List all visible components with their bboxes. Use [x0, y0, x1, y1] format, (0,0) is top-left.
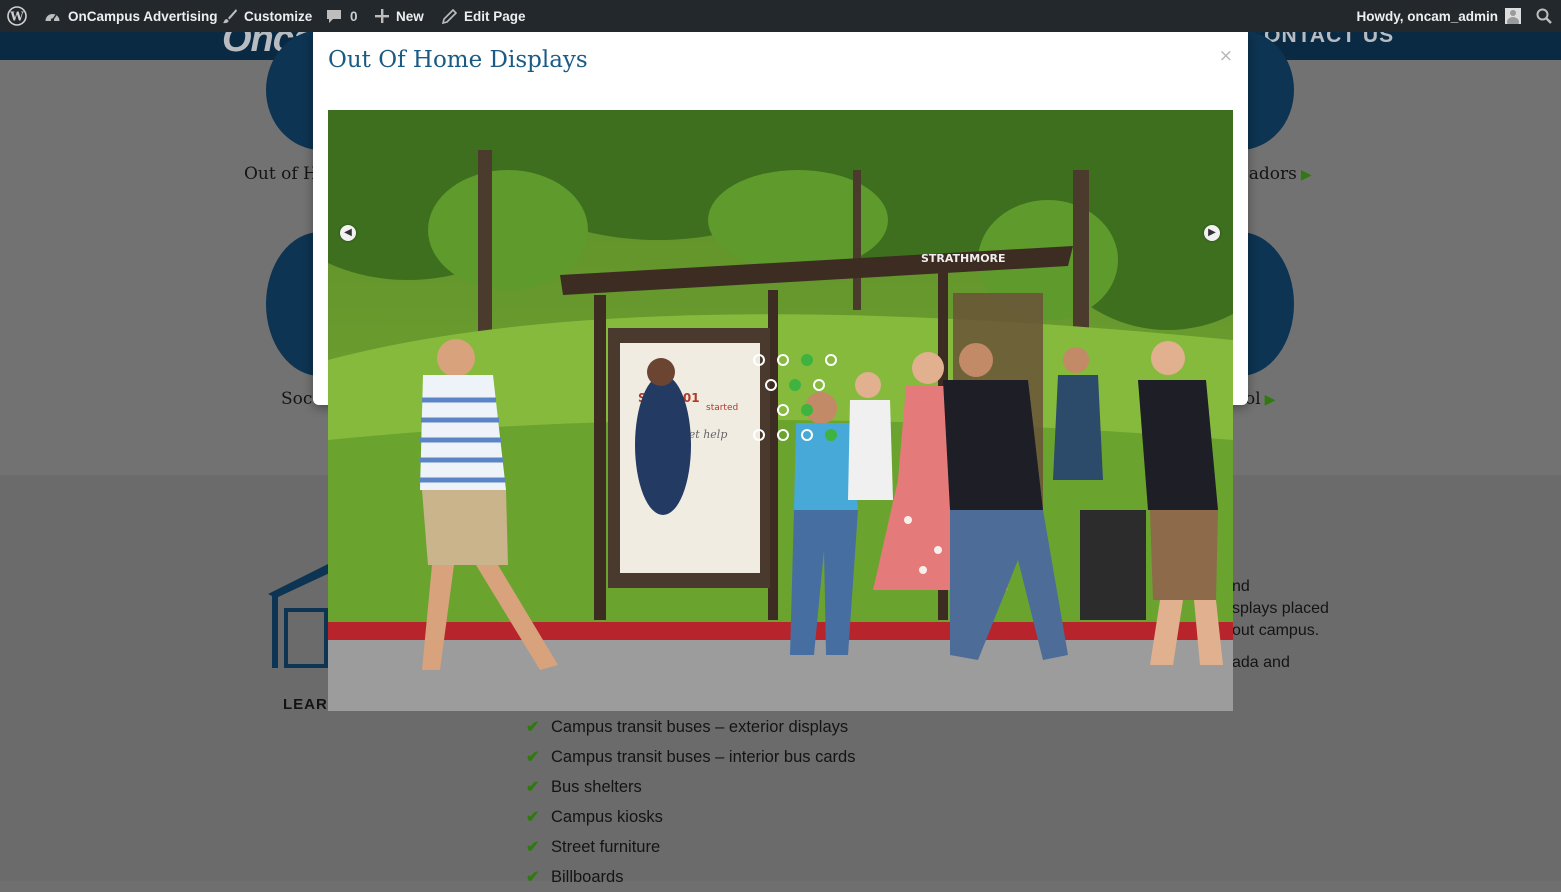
feature-label: Billboards — [551, 867, 624, 886]
service-link-school[interactable]: ol ▶ — [1245, 389, 1275, 409]
new-content-menu[interactable]: New — [375, 0, 424, 32]
close-icon[interactable]: × — [1219, 46, 1233, 66]
customize-link[interactable]: Customize — [222, 0, 312, 32]
check-icon: ✔ — [526, 719, 540, 736]
list-item: ✔ Campus transit buses – interior bus car… — [526, 742, 855, 772]
features-list: ✔ Campus transit buses – exterior display… — [526, 712, 855, 892]
shelter-sign: STRATHMORE — [921, 252, 1006, 265]
wordpress-logo-icon[interactable]: W — [7, 0, 27, 32]
pencil-icon — [442, 8, 457, 24]
modal-title: Out Of Home Displays — [328, 47, 588, 73]
feature-label: Street furniture — [551, 837, 661, 856]
wp-admin-bar: W OnCampus Advertising Customize 0 New E… — [0, 0, 1561, 32]
poster-text: started — [706, 403, 738, 413]
service-label: sadors — [1240, 164, 1297, 184]
check-icon: ✔ — [526, 869, 540, 886]
description-line: splays placed — [1232, 600, 1329, 617]
slider-next-button[interactable]: ▶ — [1204, 225, 1220, 241]
feature-label: Campus kiosks — [551, 807, 663, 826]
dashboard-icon — [45, 14, 60, 22]
chevron-right-icon: ▶ — [1208, 227, 1216, 238]
description-line: out campus. — [1232, 622, 1320, 639]
comments-count: 0 — [350, 8, 358, 24]
list-item: ✔ Campus kiosks — [526, 802, 855, 832]
chevron-left-icon: ◀ — [344, 227, 352, 238]
feature-label: Bus shelters — [551, 777, 642, 796]
site-name-label: OnCampus Advertising — [68, 8, 218, 24]
edit-page-link[interactable]: Edit Page — [442, 0, 526, 32]
feature-label: Campus transit buses – exterior displays — [551, 717, 849, 736]
edit-page-label: Edit Page — [464, 8, 526, 24]
comments-link[interactable]: 0 — [326, 0, 358, 32]
service-link-ambassadors[interactable]: sadors ▶ — [1240, 164, 1312, 184]
list-item: ✔ Bus shelters — [526, 772, 855, 802]
service-link-out-of-home[interactable]: Out of H — [244, 164, 318, 184]
list-item: ✔ Billboards — [526, 862, 855, 892]
new-label: New — [396, 8, 424, 24]
comment-bubble-icon — [327, 9, 341, 23]
customize-label: Customize — [244, 8, 313, 24]
list-item: ✔ Street furniture — [526, 832, 855, 862]
plus-icon — [375, 9, 389, 23]
slide-photo: STRATHMORE Scan 101 started Get help — [328, 110, 1233, 711]
check-icon: ✔ — [526, 839, 540, 856]
service-label: Out of H — [244, 164, 318, 184]
feature-label: Campus transit buses – interior bus card… — [551, 747, 856, 766]
check-icon: ✔ — [526, 749, 540, 766]
check-icon: ✔ — [526, 779, 540, 796]
howdy-label: Howdy, oncam_admin — [1356, 8, 1498, 24]
brush-icon — [223, 9, 237, 24]
bus-shelter-icon — [268, 564, 336, 668]
service-link-social[interactable]: Soc — [281, 389, 312, 409]
description-line: nd — [1232, 578, 1250, 595]
image-slider[interactable]: STRATHMORE Scan 101 started Get help — [328, 110, 1233, 711]
my-account-menu[interactable]: Howdy, oncam_admin — [1356, 0, 1521, 32]
svg-text:W: W — [9, 10, 24, 24]
site-name-menu[interactable]: OnCampus Advertising — [44, 0, 218, 32]
caret-right-icon: ▶ — [1300, 167, 1312, 183]
slider-prev-button[interactable]: ◀ — [340, 225, 356, 241]
check-icon: ✔ — [526, 809, 540, 826]
avatar — [1505, 8, 1521, 24]
list-item: ✔ Campus transit buses – exterior display… — [526, 712, 855, 742]
admin-search-icon[interactable] — [1536, 0, 1552, 32]
description-line: ada and — [1232, 654, 1290, 671]
caret-right-icon: ▶ — [1264, 392, 1276, 408]
service-label: Soc — [281, 389, 313, 409]
